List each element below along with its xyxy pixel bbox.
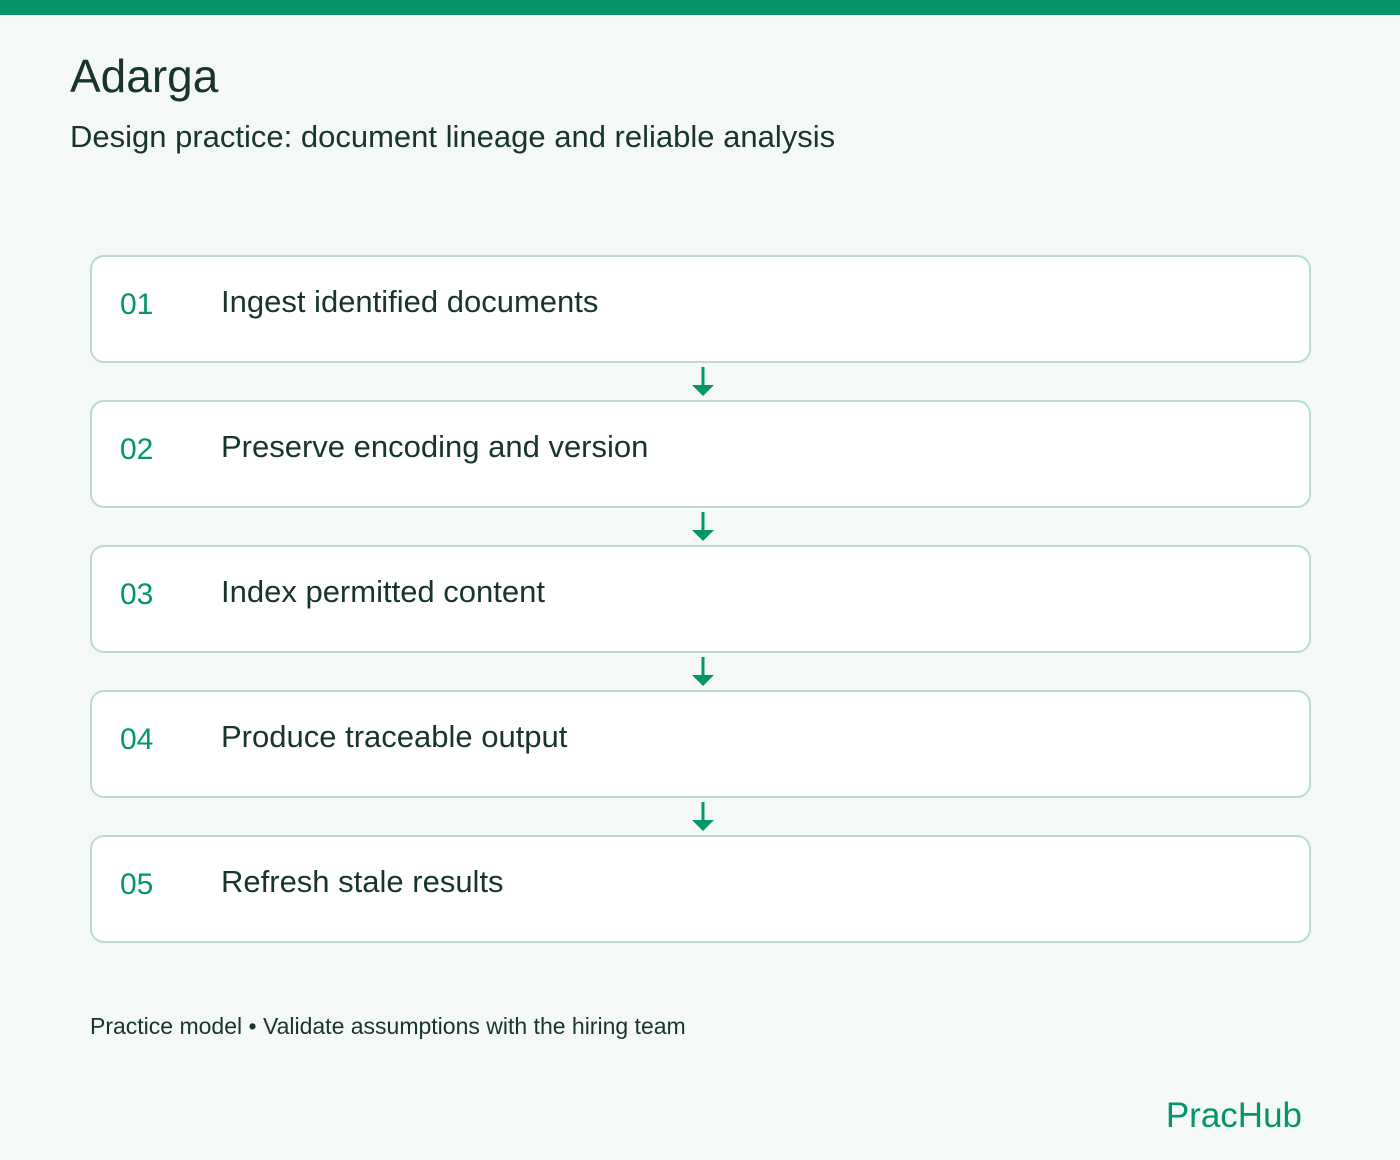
step-number: 04 [120,723,154,756]
step-number: 01 [120,288,154,321]
step-card-3: 03 Index permitted content [90,545,1311,686]
step-number: 02 [120,433,154,466]
step-label: Refresh stale results [221,864,504,899]
step-card-1: 01 Ingest identified documents [90,255,1311,396]
arrow-down-icon [692,367,714,396]
step-label: Ingest identified documents [221,284,599,319]
step-number: 03 [120,578,154,611]
footer-note: Practice model • Validate assumptions wi… [90,1013,686,1039]
step-card-5: 05 Refresh stale results [90,835,1311,943]
page-title: Adarga [70,50,219,102]
top-accent-bar [0,0,1400,15]
process-flow: 01 Ingest identified documents 02 Preser… [90,255,1311,980]
step-label: Preserve encoding and version [221,429,649,464]
arrow-down-icon [692,512,714,541]
arrow-down-icon [692,802,714,831]
step-card-4: 04 Produce traceable output [90,690,1311,831]
step-card-2: 02 Preserve encoding and version [90,400,1311,541]
arrow-down-icon [692,657,714,686]
step-label: Produce traceable output [221,719,568,754]
step-label: Index permitted content [221,574,545,609]
brand-logo: PracHub [1165,1096,1302,1135]
page-subtitle: Design practice: document lineage and re… [70,119,836,154]
step-number: 05 [120,868,154,901]
